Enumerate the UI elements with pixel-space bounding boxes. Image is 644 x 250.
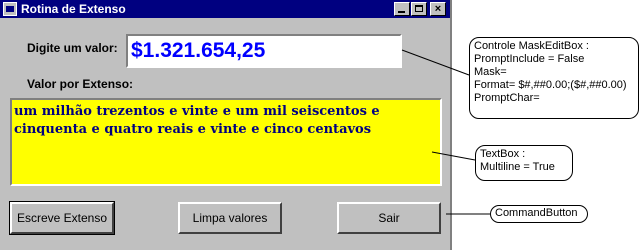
minimize-icon	[398, 11, 405, 13]
escreve-extenso-label: Escreve Extenso	[16, 211, 108, 225]
maximize-icon	[415, 5, 423, 12]
escreve-extenso-button[interactable]: Escreve Extenso	[9, 201, 115, 235]
mask-callout-line-3: Mask=	[474, 66, 507, 78]
app-window: Rotina de Extenso × Digite um valor: $1.…	[0, 0, 452, 250]
limpa-valores-label: Limpa valores	[192, 211, 268, 225]
close-button[interactable]: ×	[430, 2, 446, 16]
extenso-label: Valor por Extenso:	[27, 77, 134, 91]
mask-edit-box-callout: Controle MaskEditBox : PromptInclude = F…	[469, 37, 639, 119]
title-bar[interactable]: Rotina de Extenso ×	[0, 0, 450, 18]
app-icon[interactable]	[3, 2, 17, 16]
window-title: Rotina de Extenso	[21, 2, 126, 16]
mask-callout-line-1: Controle MaskEditBox :	[474, 40, 589, 52]
value-label: Digite um valor:	[27, 41, 118, 55]
textbox-callout: TextBox : Multiline = True	[475, 145, 573, 181]
minimize-button[interactable]	[394, 2, 410, 16]
limpa-valores-button[interactable]: Limpa valores	[178, 202, 282, 234]
command-button-callout-text: CommandButton	[495, 207, 578, 219]
mask-callout-line-4: Format= $#,##0.00;($#,##0.00)	[474, 79, 627, 91]
sair-label: Sair	[378, 211, 400, 225]
value-mask-edit-input[interactable]: $1.321.654,25	[126, 34, 402, 68]
extenso-textbox[interactable]: um milhão trezentos e vinte e um mil sei…	[10, 98, 442, 186]
maximize-button[interactable]	[411, 2, 427, 16]
sair-button[interactable]: Sair	[337, 202, 441, 234]
mask-callout-line-2: PromptInclude = False	[474, 53, 585, 65]
textbox-callout-line-2: Multiline = True	[480, 161, 555, 173]
close-icon: ×	[434, 3, 442, 15]
textbox-callout-line-1: TextBox :	[480, 148, 526, 160]
mask-callout-line-5: PromptChar=	[474, 92, 540, 104]
command-button-callout: CommandButton	[490, 205, 588, 223]
